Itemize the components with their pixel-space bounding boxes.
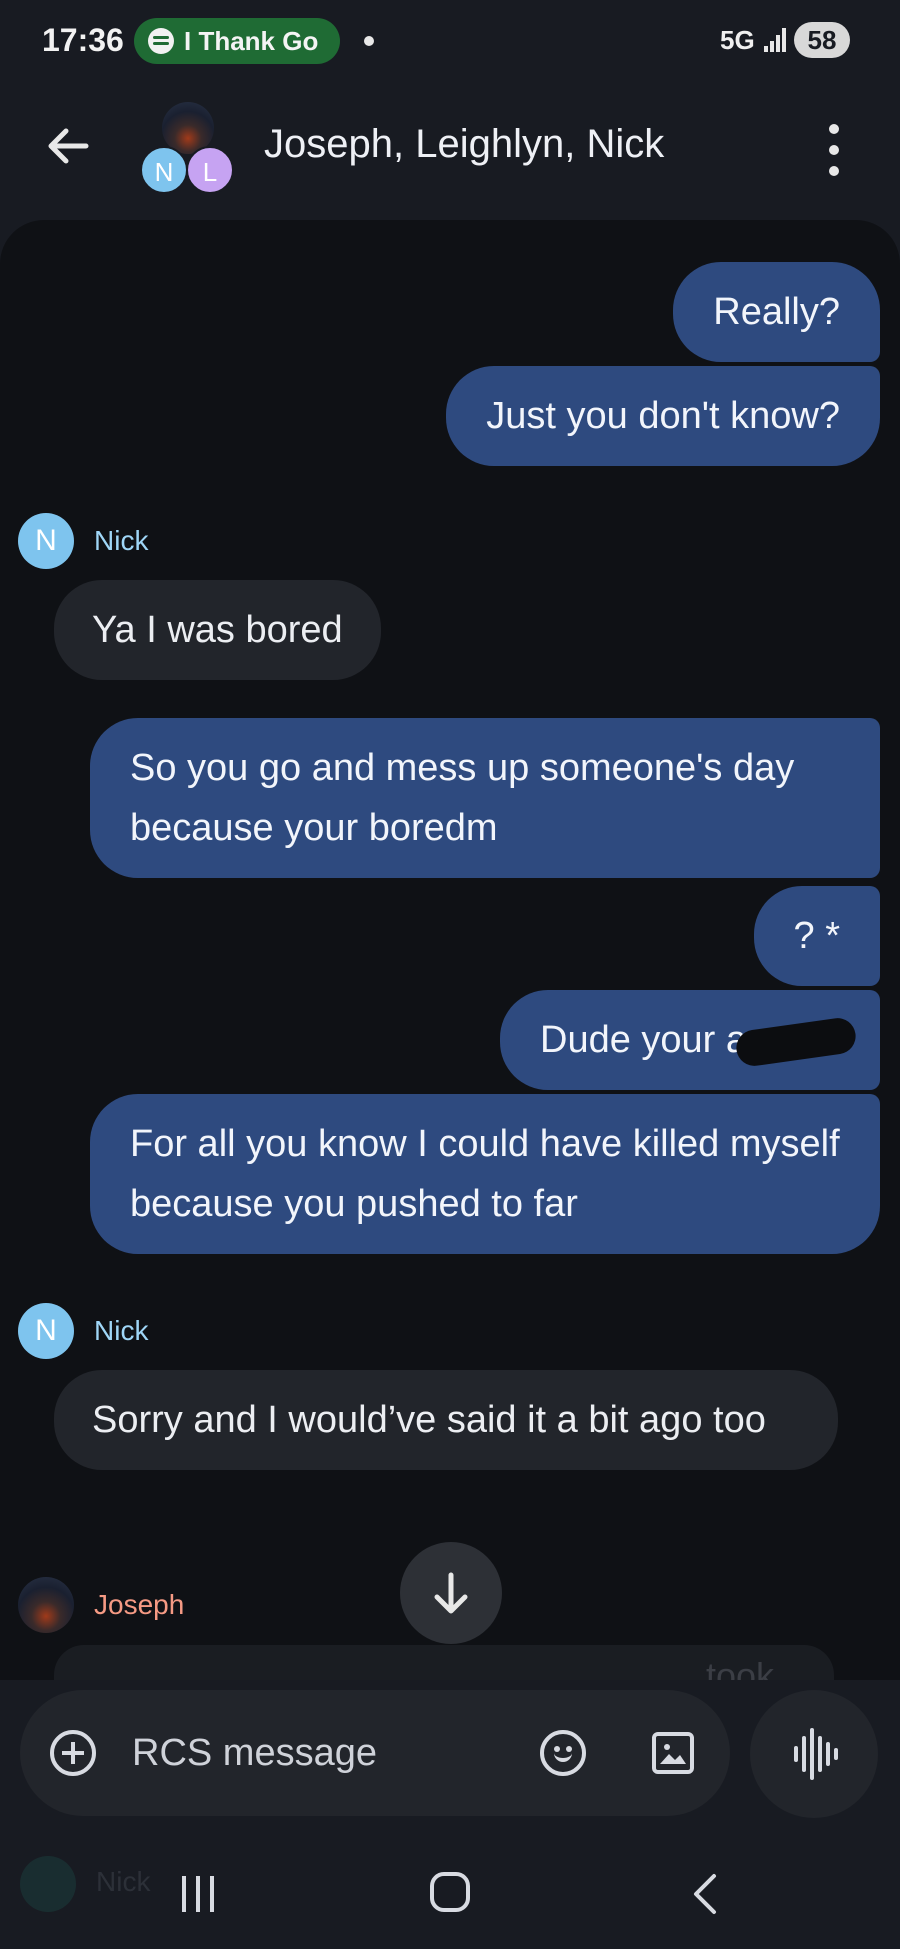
message-input[interactable]	[132, 1726, 432, 1780]
more-options-button[interactable]	[820, 122, 848, 178]
message-text: Sorry and I would’ve said it a bit ago t…	[92, 1399, 766, 1441]
message-bubble-outgoing[interactable]: For all you know I could have killed mys…	[90, 1094, 880, 1254]
signal-icon	[764, 26, 788, 52]
message-text: So you go and mess up someone's day beca…	[130, 747, 795, 849]
media-pill-text: I Thank Go	[184, 25, 319, 56]
recents-icon[interactable]	[180, 1876, 220, 1912]
message-bubble-outgoing[interactable]: ? *	[753, 886, 880, 986]
media-pill[interactable]: I Thank Go	[134, 18, 340, 64]
scroll-to-bottom-button[interactable]	[400, 1542, 502, 1644]
sender-avatar: N	[18, 1303, 74, 1359]
message-text: ? *	[793, 915, 840, 957]
sender-label: Joseph	[18, 1576, 184, 1634]
message-bubble-outgoing[interactable]: Dude your a c	[500, 990, 880, 1090]
voice-waveform-icon[interactable]	[750, 1690, 878, 1818]
add-circle-icon[interactable]	[50, 1730, 96, 1776]
conversation-title[interactable]: Joseph, Leighlyn, Nick	[264, 122, 664, 167]
battery-badge: 58	[794, 22, 850, 58]
message-bubble-outgoing[interactable]: Really?	[673, 262, 880, 362]
arrow-down-icon	[434, 1572, 468, 1614]
message-text: Ya I was bored	[92, 609, 343, 651]
spotify-icon	[148, 28, 174, 54]
message-text: For all you know I could have killed mys…	[130, 1123, 840, 1225]
faded-avatar	[20, 1856, 76, 1912]
network-type: 5G	[720, 25, 755, 55]
compose-bar	[20, 1690, 730, 1816]
message-bubble-incoming[interactable]: Sorry and I would’ve said it a bit ago t…	[54, 1370, 838, 1470]
sender-label: N Nick	[18, 512, 148, 570]
sender-name: Joseph	[94, 1589, 185, 1620]
group-avatar[interactable]: N L	[136, 102, 236, 212]
back-button[interactable]	[40, 118, 96, 174]
sender-label: N Nick	[18, 1302, 148, 1360]
faded-sender-name: Nick	[96, 1866, 151, 1897]
home-icon[interactable]	[430, 1872, 470, 1912]
sender-avatar: N	[18, 513, 74, 569]
avatar-leighlyn: L	[186, 146, 234, 194]
message-bubble-outgoing[interactable]: Just you don't know?	[446, 366, 880, 466]
message-bubble-outgoing[interactable]: So you go and mess up someone's day beca…	[90, 718, 880, 878]
back-arrow-icon	[48, 128, 89, 164]
status-time: 17:36	[42, 22, 124, 58]
emoji-icon[interactable]	[540, 1730, 586, 1776]
notification-dot	[364, 36, 374, 46]
avatar-nick: N	[140, 146, 188, 194]
system-nav-bar: Nick	[0, 1840, 900, 1949]
gallery-icon[interactable]	[652, 1732, 694, 1774]
message-text: Just you don't know?	[486, 395, 840, 437]
conversation-header: N L Joseph, Leighlyn, Nick	[0, 84, 900, 220]
sender-avatar-joseph	[18, 1577, 74, 1633]
message-text-partial: took	[706, 1655, 775, 1680]
message-list[interactable]: Really? Just you don't know? N Nick Ya I…	[0, 220, 900, 1680]
nav-back-icon[interactable]	[690, 1872, 720, 1916]
message-bubble-incoming[interactable]: Ya I was bored	[54, 580, 381, 680]
sender-name: Nick	[94, 1315, 149, 1346]
sender-name: Nick	[94, 525, 149, 556]
message-text: Really?	[713, 291, 840, 333]
status-bar: 17:36 I Thank Go 5G 58	[0, 0, 900, 84]
